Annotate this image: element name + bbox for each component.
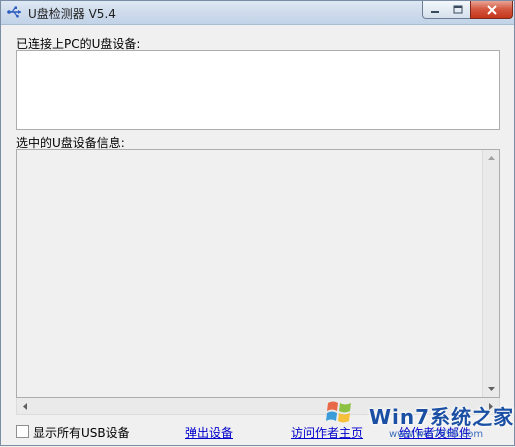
maximize-icon [453, 5, 463, 14]
show-all-usb-checkbox[interactable] [16, 425, 29, 438]
minimize-button[interactable] [422, 1, 447, 19]
maximize-button[interactable] [446, 1, 471, 19]
connected-devices-list[interactable] [16, 50, 500, 130]
minimize-icon [430, 10, 439, 13]
title-bar[interactable]: U盘检测器 V5.4 [1, 1, 514, 25]
window-title: U盘检测器 V5.4 [28, 7, 116, 21]
usb-icon [7, 6, 21, 18]
device-info-panel[interactable] [16, 149, 500, 398]
close-button[interactable] [470, 1, 513, 19]
app-window: U盘检测器 V5.4 已连接上PC的U盘设备: 选中的U盘设备信息: 显示所有U… [0, 0, 515, 446]
show-all-usb-label[interactable]: 显示所有USB设备 [33, 424, 130, 441]
scroll-left-arrow-icon[interactable] [17, 398, 33, 414]
scroll-up-arrow-icon[interactable] [483, 150, 499, 166]
eject-device-link[interactable]: 弹出设备 [185, 424, 233, 441]
watermark-url: www.win7999.com [389, 429, 484, 440]
watermark-text: Win7系统之家 [369, 405, 515, 429]
vertical-scrollbar[interactable] [482, 150, 499, 397]
watermark-logo: Win7系统之家 www.win7999.com [326, 391, 515, 447]
close-icon [486, 4, 497, 15]
windows-flag-icon [326, 401, 351, 423]
